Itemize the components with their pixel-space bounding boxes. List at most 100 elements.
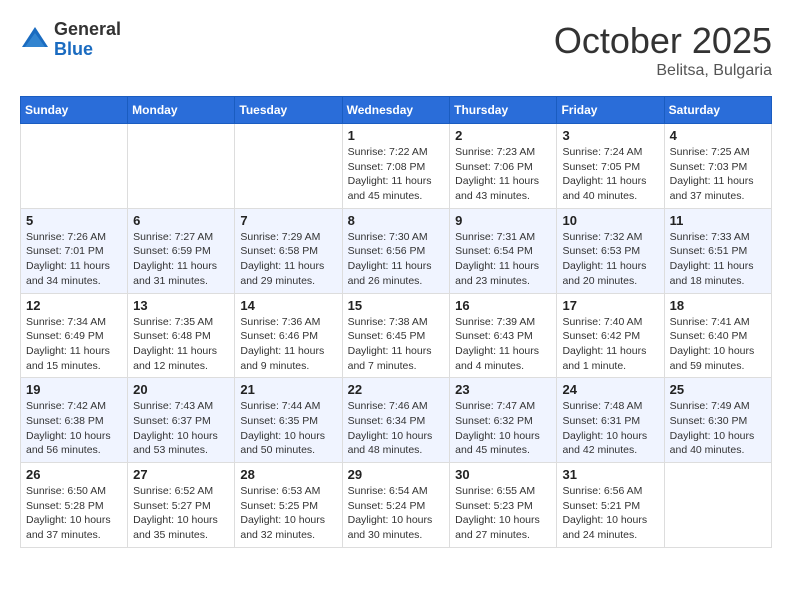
calendar-cell: 15 Sunrise: 7:38 AM Sunset: 6:45 PM Dayli… — [342, 293, 450, 378]
day-number: 11 — [670, 213, 766, 228]
calendar-table: SundayMondayTuesdayWednesdayThursdayFrid… — [20, 96, 772, 548]
day-info: Sunrise: 7:24 AM Sunset: 7:05 PM Dayligh… — [562, 145, 658, 204]
weekday-header: Wednesday — [342, 97, 450, 124]
day-number: 21 — [240, 382, 336, 397]
day-info: Sunrise: 7:23 AM Sunset: 7:06 PM Dayligh… — [455, 145, 551, 204]
day-number: 27 — [133, 467, 229, 482]
day-number: 15 — [348, 298, 445, 313]
calendar-cell: 25Sunrise: 7:49 AM Sunset: 6:30 PM Dayli… — [664, 378, 771, 463]
calendar-cell — [664, 463, 771, 548]
day-info: Sunrise: 7:36 AM Sunset: 6:46 PM Dayligh… — [240, 315, 336, 374]
calendar-cell: 31Sunrise: 6:56 AM Sunset: 5:21 PM Dayli… — [557, 463, 664, 548]
day-number: 20 — [133, 382, 229, 397]
day-number: 17 — [562, 298, 658, 313]
day-number: 1 — [348, 128, 445, 143]
day-number: 24 — [562, 382, 658, 397]
calendar-cell: 4Sunrise: 7:25 AM Sunset: 7:03 PM Daylig… — [664, 124, 771, 209]
logo-icon — [20, 25, 50, 55]
day-info: Sunrise: 6:53 AM Sunset: 5:25 PM Dayligh… — [240, 484, 336, 543]
calendar-cell — [235, 124, 342, 209]
calendar-cell: 1 Sunrise: 7:22 AM Sunset: 7:08 PM Daylig… — [342, 124, 450, 209]
day-number: 22 — [348, 382, 445, 397]
calendar-cell: 28 Sunrise: 6:53 AM Sunset: 5:25 PM Dayli… — [235, 463, 342, 548]
day-info: Sunrise: 7:48 AM Sunset: 6:31 PM Dayligh… — [562, 399, 658, 458]
calendar-cell: 12Sunrise: 7:34 AM Sunset: 6:49 PM Dayli… — [21, 293, 128, 378]
calendar-cell: 6 Sunrise: 7:27 AM Sunset: 6:59 PM Daylig… — [128, 208, 235, 293]
day-info: Sunrise: 7:40 AM Sunset: 6:42 PM Dayligh… — [562, 315, 658, 374]
day-number: 6 — [133, 213, 229, 228]
calendar-cell: 3 Sunrise: 7:24 AM Sunset: 7:05 PM Daylig… — [557, 124, 664, 209]
day-number: 19 — [26, 382, 122, 397]
day-info: Sunrise: 7:35 AM Sunset: 6:48 PM Dayligh… — [133, 315, 229, 374]
weekday-header: Monday — [128, 97, 235, 124]
calendar-week-row: 26Sunrise: 6:50 AM Sunset: 5:28 PM Dayli… — [21, 463, 772, 548]
logo-general-text: General — [54, 20, 121, 40]
day-info: Sunrise: 6:52 AM Sunset: 5:27 PM Dayligh… — [133, 484, 229, 543]
day-number: 12 — [26, 298, 122, 313]
day-number: 28 — [240, 467, 336, 482]
day-number: 10 — [562, 213, 658, 228]
day-info: Sunrise: 7:33 AM Sunset: 6:51 PM Dayligh… — [670, 230, 766, 289]
calendar-cell: 29 Sunrise: 6:54 AM Sunset: 5:24 PM Dayli… — [342, 463, 450, 548]
day-number: 30 — [455, 467, 551, 482]
weekday-header: Saturday — [664, 97, 771, 124]
day-number: 9 — [455, 213, 551, 228]
calendar-cell: 24 Sunrise: 7:48 AM Sunset: 6:31 PM Dayli… — [557, 378, 664, 463]
calendar-cell: 30 Sunrise: 6:55 AM Sunset: 5:23 PM Dayli… — [450, 463, 557, 548]
weekday-header: Friday — [557, 97, 664, 124]
calendar-cell: 2 Sunrise: 7:23 AM Sunset: 7:06 PM Daylig… — [450, 124, 557, 209]
day-number: 18 — [670, 298, 766, 313]
day-number: 26 — [26, 467, 122, 482]
day-info: Sunrise: 7:44 AM Sunset: 6:35 PM Dayligh… — [240, 399, 336, 458]
day-number: 13 — [133, 298, 229, 313]
calendar-cell: 5Sunrise: 7:26 AM Sunset: 7:01 PM Daylig… — [21, 208, 128, 293]
day-number: 14 — [240, 298, 336, 313]
day-info: Sunrise: 6:54 AM Sunset: 5:24 PM Dayligh… — [348, 484, 445, 543]
day-number: 16 — [455, 298, 551, 313]
day-info: Sunrise: 7:29 AM Sunset: 6:58 PM Dayligh… — [240, 230, 336, 289]
day-number: 5 — [26, 213, 122, 228]
day-info: Sunrise: 7:22 AM Sunset: 7:08 PM Dayligh… — [348, 145, 445, 204]
calendar-cell: 7 Sunrise: 7:29 AM Sunset: 6:58 PM Daylig… — [235, 208, 342, 293]
day-info: Sunrise: 7:41 AM Sunset: 6:40 PM Dayligh… — [670, 315, 766, 374]
day-number: 2 — [455, 128, 551, 143]
logo-blue-text: Blue — [54, 40, 121, 60]
calendar-cell: 17 Sunrise: 7:40 AM Sunset: 6:42 PM Dayli… — [557, 293, 664, 378]
day-info: Sunrise: 7:25 AM Sunset: 7:03 PM Dayligh… — [670, 145, 766, 204]
weekday-header: Thursday — [450, 97, 557, 124]
day-number: 8 — [348, 213, 445, 228]
day-info: Sunrise: 7:30 AM Sunset: 6:56 PM Dayligh… — [348, 230, 445, 289]
weekday-header: Sunday — [21, 97, 128, 124]
calendar-week-row: 12Sunrise: 7:34 AM Sunset: 6:49 PM Dayli… — [21, 293, 772, 378]
calendar-cell: 16Sunrise: 7:39 AM Sunset: 6:43 PM Dayli… — [450, 293, 557, 378]
calendar-cell: 20 Sunrise: 7:43 AM Sunset: 6:37 PM Dayli… — [128, 378, 235, 463]
calendar-cell: 9Sunrise: 7:31 AM Sunset: 6:54 PM Daylig… — [450, 208, 557, 293]
calendar-cell: 27 Sunrise: 6:52 AM Sunset: 5:27 PM Dayli… — [128, 463, 235, 548]
day-number: 31 — [562, 467, 658, 482]
day-number: 29 — [348, 467, 445, 482]
calendar-cell: 23Sunrise: 7:47 AM Sunset: 6:32 PM Dayli… — [450, 378, 557, 463]
page-header: General Blue October 2025 Belitsa, Bulga… — [20, 20, 772, 80]
day-number: 3 — [562, 128, 658, 143]
calendar-week-row: 5Sunrise: 7:26 AM Sunset: 7:01 PM Daylig… — [21, 208, 772, 293]
calendar-cell: 26Sunrise: 6:50 AM Sunset: 5:28 PM Dayli… — [21, 463, 128, 548]
calendar-cell — [128, 124, 235, 209]
day-number: 23 — [455, 382, 551, 397]
calendar-cell: 11 Sunrise: 7:33 AM Sunset: 6:51 PM Dayli… — [664, 208, 771, 293]
day-info: Sunrise: 7:49 AM Sunset: 6:30 PM Dayligh… — [670, 399, 766, 458]
location: Belitsa, Bulgaria — [554, 62, 772, 80]
day-info: Sunrise: 6:55 AM Sunset: 5:23 PM Dayligh… — [455, 484, 551, 543]
day-info: Sunrise: 7:43 AM Sunset: 6:37 PM Dayligh… — [133, 399, 229, 458]
calendar-header-row: SundayMondayTuesdayWednesdayThursdayFrid… — [21, 97, 772, 124]
day-info: Sunrise: 7:32 AM Sunset: 6:53 PM Dayligh… — [562, 230, 658, 289]
title-block: October 2025 Belitsa, Bulgaria — [554, 20, 772, 80]
day-number: 7 — [240, 213, 336, 228]
day-info: Sunrise: 7:42 AM Sunset: 6:38 PM Dayligh… — [26, 399, 122, 458]
day-info: Sunrise: 7:38 AM Sunset: 6:45 PM Dayligh… — [348, 315, 445, 374]
calendar-cell — [21, 124, 128, 209]
logo: General Blue — [20, 20, 121, 60]
calendar-cell: 8 Sunrise: 7:30 AM Sunset: 6:56 PM Daylig… — [342, 208, 450, 293]
day-info: Sunrise: 7:27 AM Sunset: 6:59 PM Dayligh… — [133, 230, 229, 289]
calendar-week-row: 1 Sunrise: 7:22 AM Sunset: 7:08 PM Daylig… — [21, 124, 772, 209]
calendar-week-row: 19 Sunrise: 7:42 AM Sunset: 6:38 PM Dayli… — [21, 378, 772, 463]
